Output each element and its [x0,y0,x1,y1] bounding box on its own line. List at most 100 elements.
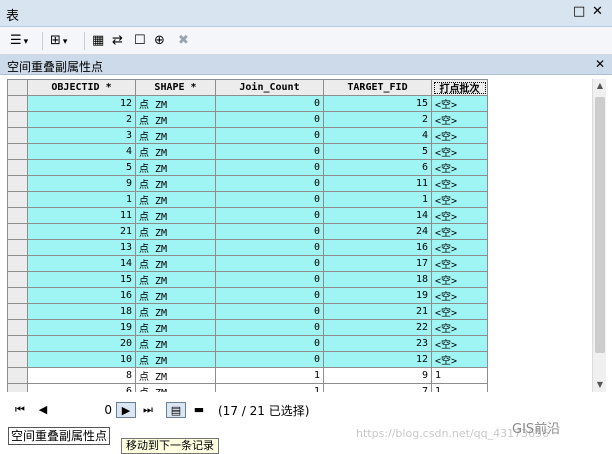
close-button[interactable]: ✕ [592,4,603,20]
table-row[interactable]: 11 点 ZM 0 14 <空> [7,207,488,224]
cell-shape[interactable]: 点 ZM [135,335,216,352]
cell-join-count[interactable]: 0 [215,271,324,288]
table-row[interactable]: 14 点 ZM 0 17 <空> [7,255,488,272]
column-header-target-fid[interactable]: TARGET_FID [323,79,432,96]
cell-objectid[interactable]: 1 [27,191,136,208]
cell-target-fid[interactable]: 11 [323,175,432,192]
table-row[interactable]: 1点 ZM 0 1 <空> [7,191,488,208]
column-header-objectid[interactable]: OBJECTID * [27,79,136,96]
cell-target-fid[interactable]: 1 [323,191,432,208]
first-record-icon[interactable]: ⏮ [12,402,28,418]
cell-batch[interactable]: <空> [431,239,488,256]
switch-selection-icon[interactable]: ⇄ [112,32,123,50]
cell-target-fid[interactable]: 17 [323,255,432,272]
show-all-records-icon[interactable]: ▤ [166,402,186,418]
vertical-scrollbar[interactable]: ▲ ▼ [592,79,606,392]
cell-batch[interactable]: <空> [431,127,488,144]
cell-shape[interactable]: 点 ZM [135,143,216,160]
cell-shape[interactable]: 点 ZM [135,159,216,176]
table-options-icon[interactable]: ☰ [10,32,28,50]
row-selector[interactable] [7,303,28,320]
cell-batch[interactable]: 1 [431,367,488,384]
cell-objectid[interactable]: 6 [27,383,136,392]
cell-shape[interactable]: 点 ZM [135,271,216,288]
table-row[interactable]: 8点 ZM 1 9 1 [7,367,488,384]
scroll-up-icon[interactable]: ▲ [593,79,607,93]
cell-shape[interactable]: 点 ZM [135,351,216,368]
cell-target-fid[interactable]: 4 [323,127,432,144]
cell-join-count[interactable]: 0 [215,255,324,272]
row-selector[interactable] [7,207,28,224]
cell-shape[interactable]: 点 ZM [135,95,216,112]
cell-batch[interactable]: <空> [431,111,488,128]
cell-batch[interactable]: <空> [431,255,488,272]
cell-target-fid[interactable]: 18 [323,271,432,288]
row-selector[interactable] [7,111,28,128]
related-tables-icon[interactable]: ⊞ [50,32,67,50]
cell-batch[interactable]: <空> [431,207,488,224]
table-row[interactable]: 5点 ZM 0 6 <空> [7,159,488,176]
cell-batch[interactable]: <空> [431,335,488,352]
cell-join-count[interactable]: 0 [215,143,324,160]
table-row[interactable]: 3点 ZM 0 4 <空> [7,127,488,144]
cell-shape[interactable]: 点 ZM [135,383,216,392]
table-row[interactable]: 15 点 ZM 0 18 <空> [7,271,488,288]
cell-join-count[interactable]: 1 [215,383,324,392]
cell-target-fid[interactable]: 14 [323,207,432,224]
close-table-icon[interactable]: ✕ [595,57,605,71]
table-row[interactable]: 12 点 ZM 0 15 <空> [7,95,488,112]
cell-join-count[interactable]: 1 [215,367,324,384]
zoom-to-selected-icon[interactable]: ⊕ [154,32,165,50]
column-header-join-count[interactable]: Join_Count [215,79,324,96]
cell-batch[interactable]: <空> [431,191,488,208]
cell-objectid[interactable]: 5 [27,159,136,176]
cell-objectid[interactable]: 20 [27,335,136,352]
cell-shape[interactable]: 点 ZM [135,319,216,336]
row-selector[interactable] [7,255,28,272]
cell-target-fid[interactable]: 15 [323,95,432,112]
clear-selection-icon[interactable]: ☐ [134,32,146,50]
cell-batch[interactable]: <空> [431,287,488,304]
cell-batch[interactable]: <空> [431,303,488,320]
cell-batch[interactable]: <空> [431,271,488,288]
cell-batch[interactable]: 1 [431,383,488,392]
row-selector[interactable] [7,223,28,240]
row-selector[interactable] [7,191,28,208]
cell-objectid[interactable]: 13 [27,239,136,256]
cell-target-fid[interactable]: 16 [323,239,432,256]
last-record-icon[interactable]: ⏭ [140,402,156,418]
cell-shape[interactable]: 点 ZM [135,207,216,224]
cell-join-count[interactable]: 0 [215,175,324,192]
cell-target-fid[interactable]: 2 [323,111,432,128]
cell-join-count[interactable]: 0 [215,303,324,320]
table-row[interactable]: 4点 ZM 0 5 <空> [7,143,488,160]
scroll-thumb[interactable] [595,97,605,353]
row-selector[interactable] [7,367,28,384]
cell-shape[interactable]: 点 ZM [135,239,216,256]
cell-objectid[interactable]: 4 [27,143,136,160]
table-row[interactable]: 6点 ZM171 [7,383,488,392]
previous-record-icon[interactable]: ◀ [35,402,51,418]
cell-objectid[interactable]: 19 [27,319,136,336]
table-row[interactable]: 2点 ZM 0 2 <空> [7,111,488,128]
row-selector[interactable] [7,239,28,256]
row-selector[interactable] [7,335,28,352]
table-row[interactable]: 19 点 ZM 0 22 <空> [7,319,488,336]
row-selector[interactable] [7,159,28,176]
cell-shape[interactable]: 点 ZM [135,223,216,240]
cell-objectid[interactable]: 10 [27,351,136,368]
row-selector[interactable] [7,383,28,392]
cell-join-count[interactable]: 0 [215,95,324,112]
row-selector[interactable] [7,127,28,144]
table-row[interactable]: 10 点 ZM 0 12 <空> [7,351,488,368]
cell-join-count[interactable]: 0 [215,287,324,304]
cell-shape[interactable]: 点 ZM [135,191,216,208]
table-row[interactable]: 18 点 ZM 0 21 <空> [7,303,488,320]
cell-shape[interactable]: 点 ZM [135,111,216,128]
cell-join-count[interactable]: 0 [215,191,324,208]
scroll-down-icon[interactable]: ▼ [593,378,607,392]
row-selector[interactable] [7,271,28,288]
column-header-batch[interactable]: 打点批次 [431,79,488,96]
next-record-icon[interactable]: ▶ [116,402,136,418]
cell-shape[interactable]: 点 ZM [135,303,216,320]
